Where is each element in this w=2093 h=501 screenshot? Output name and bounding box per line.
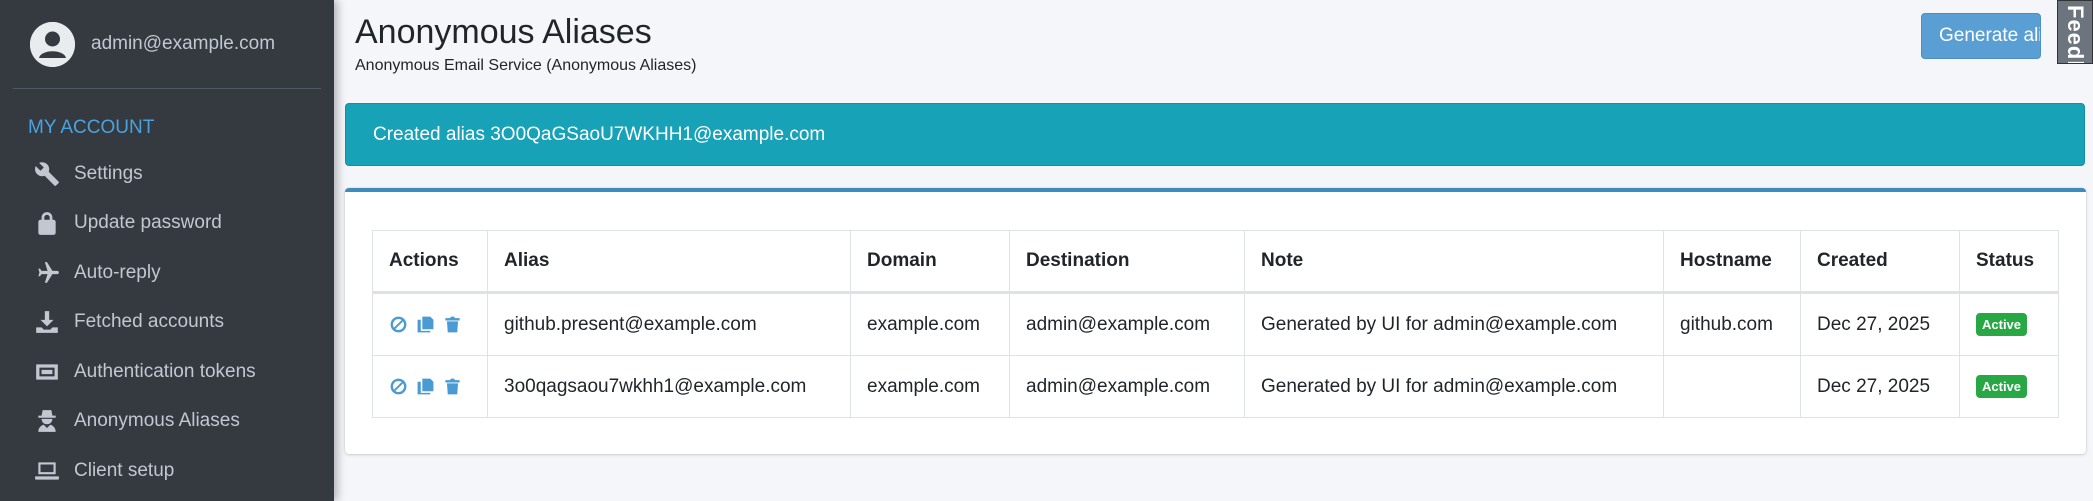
sidebar-item-client-setup[interactable]: Client setup xyxy=(0,446,334,496)
domain-cell: example.com xyxy=(850,292,1010,356)
generate-alias-button[interactable]: Generate alias xyxy=(1921,13,2041,59)
sidebar-item-auto-reply[interactable]: Auto-reply xyxy=(0,248,334,298)
user-panel[interactable]: admin@example.com xyxy=(13,0,321,89)
sidebar-item-authentication-tokens[interactable]: Authentication tokens xyxy=(0,347,334,397)
status-cell: Active xyxy=(1959,292,2059,356)
id-card-icon xyxy=(33,358,61,386)
copy-icon[interactable] xyxy=(416,315,435,334)
feedback-label: Feedback xyxy=(2063,5,2088,64)
column-header-domain: Domain xyxy=(850,230,1010,294)
column-header-alias: Alias xyxy=(487,230,851,294)
disable-icon[interactable] xyxy=(389,315,408,334)
user-circle-icon xyxy=(30,21,75,67)
actions-cell xyxy=(372,292,488,356)
avatar xyxy=(30,21,75,67)
disable-icon[interactable] xyxy=(389,377,408,396)
alias-cell: 3o0qagsaou7wkhh1@example.com xyxy=(487,355,851,418)
actions-cell xyxy=(372,355,488,418)
alert-message: Created alias 3O0QaGSaoU7WKHH1@example.c… xyxy=(373,123,826,145)
trash-icon[interactable] xyxy=(443,315,462,334)
alias-cell: github.present@example.com xyxy=(487,292,851,356)
table-header-row: Actions Alias Domain Destination Note Ho… xyxy=(372,230,2059,294)
sidebar-item-anonymous-aliases[interactable]: Anonymous Aliases xyxy=(0,397,334,447)
plane-icon xyxy=(33,259,61,287)
page-title: Anonymous Aliases xyxy=(355,13,652,51)
sidebar-item-label: Anonymous Aliases xyxy=(74,410,240,432)
column-header-note: Note xyxy=(1244,230,1664,294)
sidebar-item-label: Settings xyxy=(74,162,143,184)
feedback-tab[interactable]: Feedback xyxy=(2057,0,2093,64)
created-cell: Dec 27, 2025 xyxy=(1800,292,1960,356)
sidebar-item-label: Client setup xyxy=(74,459,175,481)
aliases-table: Actions Alias Domain Destination Note Ho… xyxy=(372,230,2059,418)
column-header-hostname: Hostname xyxy=(1663,230,1801,294)
destination-cell: admin@example.com xyxy=(1009,355,1245,418)
table-row: 3o0qagsaou7wkhh1@example.com example.com… xyxy=(372,355,2059,418)
user-secret-icon xyxy=(33,407,61,435)
table-row: github.present@example.com example.com a… xyxy=(372,292,2059,356)
user-email[interactable]: admin@example.com xyxy=(91,33,275,55)
trash-icon[interactable] xyxy=(443,377,462,396)
destination-cell: admin@example.com xyxy=(1009,292,1245,356)
note-cell: Generated by UI for admin@example.com xyxy=(1244,355,1664,418)
nav-header-my-account: MY ACCOUNT xyxy=(28,117,155,138)
page-subtitle: Anonymous Email Service (Anonymous Alias… xyxy=(355,57,697,74)
created-cell: Dec 27, 2025 xyxy=(1800,355,1960,418)
sidebar-item-label: Authentication tokens xyxy=(74,360,256,382)
sidebar: admin@example.com MY ACCOUNT Settings Up… xyxy=(0,0,334,501)
column-header-destination: Destination xyxy=(1009,230,1245,294)
domain-cell: example.com xyxy=(850,355,1010,418)
sidebar-item-label: Fetched accounts xyxy=(74,311,224,333)
column-header-actions: Actions xyxy=(372,230,488,294)
sidebar-item-label: Update password xyxy=(74,212,222,234)
sidebar-nav: Settings Update password Auto-reply Fetc… xyxy=(0,149,334,496)
status-badge: Active xyxy=(1976,313,2028,336)
status-badge: Active xyxy=(1976,375,2028,398)
note-cell: Generated by UI for admin@example.com xyxy=(1244,292,1664,356)
hostname-cell: github.com xyxy=(1663,292,1801,356)
aliases-card: Actions Alias Domain Destination Note Ho… xyxy=(345,188,2086,454)
copy-icon[interactable] xyxy=(416,377,435,396)
download-icon xyxy=(33,308,61,336)
column-header-status: Status xyxy=(1959,230,2059,294)
column-header-created: Created xyxy=(1800,230,1960,294)
laptop-icon xyxy=(33,457,61,485)
wrench-icon xyxy=(33,160,61,188)
hostname-cell xyxy=(1663,355,1801,418)
main-content: Anonymous Aliases Anonymous Email Servic… xyxy=(334,0,2093,501)
sidebar-item-fetched-accounts[interactable]: Fetched accounts xyxy=(0,298,334,348)
sidebar-item-label: Auto-reply xyxy=(74,261,161,283)
sidebar-item-update-password[interactable]: Update password xyxy=(0,199,334,249)
lock-icon xyxy=(33,209,61,237)
success-alert: Created alias 3O0QaGSaoU7WKHH1@example.c… xyxy=(345,103,2085,166)
status-cell: Active xyxy=(1959,355,2059,418)
sidebar-item-settings[interactable]: Settings xyxy=(0,149,334,199)
